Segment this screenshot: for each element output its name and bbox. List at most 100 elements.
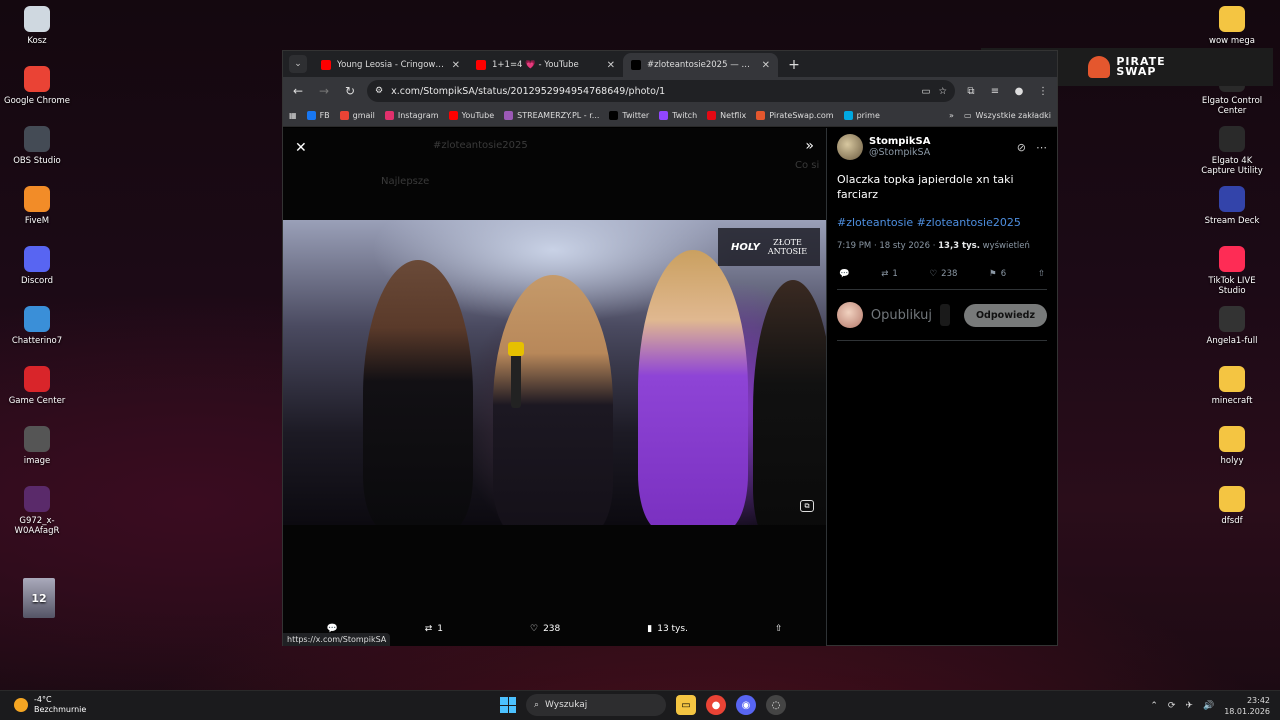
media-like-button[interactable]: ♡ 238 (530, 624, 560, 634)
fivem-icon (24, 186, 50, 212)
close-tab-icon[interactable]: ✕ (607, 60, 615, 71)
weather-widget[interactable]: -4°C Bezchmurnie (14, 695, 86, 715)
tweet-photo[interactable]: HOLY ZŁOTE ANTOSIE (283, 220, 826, 525)
taskbar-search[interactable]: ⌕ Wyszukaj (526, 694, 666, 716)
chevron-up-icon[interactable]: ⌃ (1150, 701, 1158, 711)
desktop-icon[interactable]: Stream Deck (1195, 186, 1269, 226)
file-explorer-icon[interactable]: ▭ (676, 695, 696, 715)
bookmark-star-icon[interactable]: ☆ (938, 86, 947, 97)
close-tab-icon[interactable]: ✕ (452, 60, 460, 71)
user-handle[interactable]: @StompikSA (869, 147, 930, 158)
tweet-hashtags[interactable]: #zloteantosie #zloteantosie2025 (837, 216, 1047, 229)
bookmark-item[interactable]: YouTube (448, 111, 495, 120)
more-options-icon[interactable]: ⋯ (1036, 141, 1047, 154)
overlay-title-1: ZŁOTE (773, 238, 802, 247)
chrome-icon[interactable]: ● (706, 695, 726, 715)
apps-grid-icon[interactable]: ▦ (289, 111, 297, 120)
media-views-button[interactable]: ▮ 13 tys. (647, 624, 688, 634)
bookmark-item[interactable]: PirateSwap.com (756, 111, 834, 120)
bookmark-label: YouTube (461, 111, 495, 120)
new-tab-button[interactable]: + (784, 55, 804, 75)
stream-deck-icon (1219, 186, 1245, 212)
bookmark-label: Twitter (622, 111, 650, 120)
desktop-icon[interactable]: minecraft (1195, 366, 1269, 406)
desktop-icon[interactable]: wow mega (1195, 6, 1269, 46)
more-bookmarks-icon[interactable]: » (949, 111, 954, 120)
forward-button[interactable]: → (315, 82, 333, 100)
desktop-icon[interactable]: holyy (1195, 426, 1269, 466)
desktop-icon[interactable]: Google Chrome (0, 66, 74, 106)
bookmark-item[interactable]: Twitter (609, 111, 649, 120)
app-icon[interactable]: ◌ (766, 695, 786, 715)
bookmark-button[interactable]: ⚑ 6 (989, 269, 1006, 279)
tab-search-button[interactable]: ⌄ (289, 55, 307, 73)
close-tab-icon[interactable]: ✕ (762, 60, 770, 71)
browser-tab[interactable]: 1+1=4 💗 - YouTube ✕ (468, 53, 623, 77)
expand-panel-icon[interactable]: » (805, 138, 814, 154)
photo-person-right (638, 250, 748, 525)
bookmark-label: FB (319, 111, 330, 120)
desktop-thumb-12[interactable]: 12 (2, 578, 76, 622)
bookmark-item[interactable]: FB (306, 111, 330, 120)
address-bar[interactable]: ⚙ x.com/StompikSA/status/201295299495476… (367, 80, 955, 102)
tray-app-icon[interactable]: ⟳ (1168, 701, 1176, 711)
bookmark-icon: ⚑ (989, 269, 997, 279)
clock[interactable]: 23:42 18.01.2026 (1224, 695, 1270, 717)
reply-submit-button[interactable]: Odpowiedz (963, 303, 1047, 327)
start-button[interactable] (500, 697, 516, 713)
close-icon[interactable]: ✕ (295, 140, 307, 156)
profile-icon[interactable]: ● (1011, 83, 1027, 99)
bookmark-item[interactable]: Instagram (384, 111, 439, 120)
reply-input[interactable]: Opublikuj (871, 308, 932, 323)
grok-icon[interactable]: ⊘ (1017, 141, 1026, 154)
discord-icon[interactable]: ◉ (736, 695, 756, 715)
desktop-icon[interactable]: Chatterino7 (0, 306, 74, 346)
desktop-icon[interactable]: OBS Studio (0, 126, 74, 166)
image-file-icon: 12 (23, 578, 55, 618)
like-button[interactable]: ♡ 238 (930, 269, 958, 279)
desktop-icon[interactable]: TikTok LIVE Studio (1195, 246, 1269, 296)
bookmark-item[interactable]: Netflix (707, 111, 746, 120)
browser-tab[interactable]: Young Leosia - Cringowy Lovesong ✕ (313, 53, 468, 77)
desktop-icon[interactable]: Game Center (0, 366, 74, 406)
retweet-button[interactable]: ⇄ 1 (881, 269, 898, 279)
network-icon[interactable]: ✈ (1185, 701, 1193, 711)
avatar[interactable] (837, 134, 863, 160)
desktop-icon[interactable]: Discord (0, 246, 74, 286)
media-icon[interactable]: ≡ (987, 83, 1003, 99)
tab-favicon-icon (631, 60, 641, 70)
tweet-author: StompikSA @StompikSA ⊘ ⋯ (837, 134, 1047, 160)
menu-icon[interactable]: ⋮ (1035, 83, 1051, 99)
desktop-icon[interactable]: Elgato 4K Capture Utility (1195, 126, 1269, 176)
display-name[interactable]: StompikSA (869, 136, 930, 147)
ghost-tab-text: Najlepsze (381, 176, 430, 187)
reply-button[interactable]: 💬 (839, 269, 850, 279)
desktop-icon[interactable]: Angela1-full (1195, 306, 1269, 346)
desktop-icon[interactable]: Kosz (0, 6, 74, 46)
tab-title: 1+1=4 💗 - YouTube (492, 60, 579, 70)
bookmark-favicon-icon (609, 111, 619, 120)
bookmark-item[interactable]: prime (843, 111, 880, 120)
bookmark-item[interactable]: gmail (339, 111, 375, 120)
bookmark-item[interactable]: STREAMERZY.PL - r... (504, 111, 599, 120)
desktop-icon[interactable]: G972_x-W0AAfagR (0, 486, 74, 536)
bookmark-label: PirateSwap.com (769, 111, 834, 120)
install-icon[interactable]: ▭ (921, 86, 930, 97)
site-info-icon[interactable]: ⚙ (375, 86, 383, 96)
photo-logo-overlay: HOLY ZŁOTE ANTOSIE (718, 228, 820, 266)
desktop-icon[interactable]: image (0, 426, 74, 466)
share-button[interactable]: ⇧ (1038, 269, 1045, 279)
all-bookmarks-folder[interactable]: ▭ Wszystkie zakładki (964, 111, 1051, 120)
reload-button[interactable]: ↻ (341, 82, 359, 100)
browser-tab[interactable]: #zloteantosie2025 — Wyszukiwanie ✕ (623, 53, 778, 77)
desktop-icon[interactable]: dfsdf (1195, 486, 1269, 526)
back-button[interactable]: ← (289, 82, 307, 100)
desktop-icon[interactable]: FiveM (0, 186, 74, 226)
extensions-icon[interactable]: ⧉ (963, 83, 979, 99)
alt-text-icon[interactable]: ⧉ (800, 500, 814, 512)
media-share-button[interactable]: ⇧ (775, 624, 783, 634)
volume-icon[interactable]: 🔊 (1203, 701, 1214, 711)
bookmark-item[interactable]: Twitch (659, 111, 697, 120)
share-icon: ⇧ (774, 624, 783, 634)
media-retweet-button[interactable]: ⇄ 1 (425, 624, 443, 634)
